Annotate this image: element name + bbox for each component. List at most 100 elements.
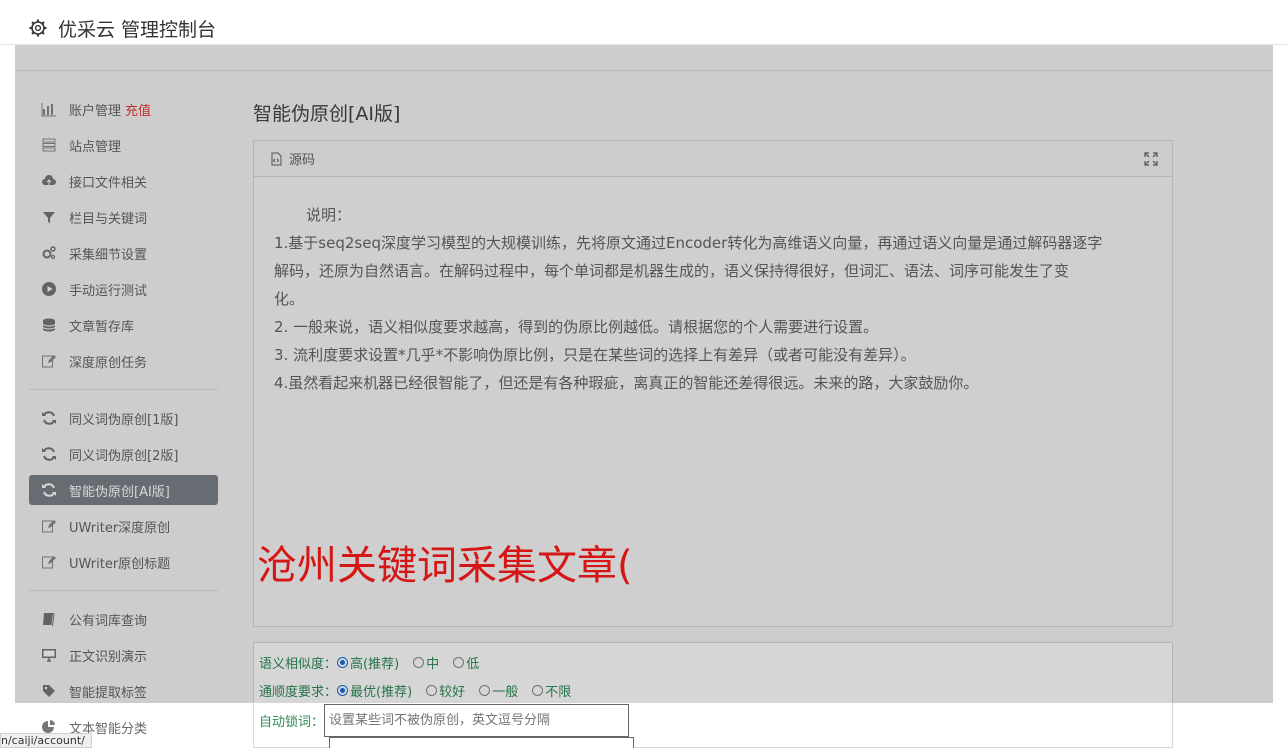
refresh-icon xyxy=(40,482,58,498)
similarity-radio[interactable]: 中 xyxy=(413,653,439,672)
similarity-label: 语义相似度： xyxy=(259,657,338,672)
sidebar-item-label: UWriter深度原创 xyxy=(69,520,171,536)
monitor-icon xyxy=(40,647,58,663)
sidebar-item-label: 智能提取标签 xyxy=(69,685,148,701)
similarity-row: 语义相似度： 高(推荐) 中 低 xyxy=(259,653,493,672)
sidebar-item[interactable]: 智能伪原创[AI版] xyxy=(29,475,218,505)
note-line: 解码，还原为自然语言。在解码过程中，每个单词都是机器生成的，语义保持得很好，但词… xyxy=(274,262,1070,280)
similarity-radio[interactable]: 高(推荐) xyxy=(337,653,399,672)
sidebar-item-label: 智能伪原创[AI版] xyxy=(69,484,170,500)
sidebar-item[interactable]: 公有词库查询 xyxy=(29,601,218,637)
fluency-radio[interactable]: 不限 xyxy=(532,681,571,700)
radio-circle-icon xyxy=(337,685,349,696)
fluency-radio[interactable]: 最优(推荐) xyxy=(337,681,412,700)
expand-icon[interactable] xyxy=(1144,152,1158,166)
radio-circle-icon xyxy=(532,685,544,696)
sidebar-item-label: 手动运行测试 xyxy=(69,283,148,299)
note-line: 2. 一般来说，语义相似度要求越高，得到的伪原比例越低。请根据您的个人需要进行设… xyxy=(274,318,879,336)
tag-icon xyxy=(40,683,58,699)
fluency-radio[interactable]: 一般 xyxy=(479,681,518,700)
sidebar-item-label: 栏目与关键词 xyxy=(69,211,148,227)
similarity-radio-label: 中 xyxy=(426,657,440,672)
lock-label: 自动锁词： xyxy=(259,715,325,730)
secondary-input[interactable] xyxy=(329,737,634,748)
sidebar-item[interactable]: 同义词伪原创[1版] xyxy=(29,400,218,436)
sidebar-item[interactable]: 手动运行测试 xyxy=(29,271,218,307)
panel-header-label: 源码 xyxy=(289,153,316,168)
radio-circle-icon xyxy=(426,685,438,696)
sidebar-item[interactable]: 站点管理 xyxy=(29,127,218,163)
radio-circle-icon xyxy=(479,685,491,696)
bar-chart-icon xyxy=(40,101,58,117)
sidebar: 账户管理 充值站点管理接口文件相关 栏目与关键词 采集细节设置 手动运行测试 文章暂存库深… xyxy=(29,91,218,745)
database-icon xyxy=(40,317,58,333)
sidebar-item[interactable]: 账户管理 充值 xyxy=(29,91,218,127)
similarity-radio[interactable]: 低 xyxy=(453,653,479,672)
fluency-radio-label: 不限 xyxy=(545,685,572,700)
status-bar-url: n/caiji/account/ xyxy=(0,733,92,748)
file-code-icon xyxy=(271,152,282,165)
nav-group-tools: 公有词库查询 正文识别演示 智能提取标签 文本智能分类 xyxy=(29,601,218,745)
sidebar-item-label: 同义词伪原创[2版] xyxy=(69,448,179,464)
page-title: 智能伪原创[AI版] xyxy=(253,103,401,125)
panel-header: 源码 xyxy=(254,141,1172,177)
fluency-row: 通顺度要求： 最优(推荐) 较好 一般 不限 xyxy=(259,681,585,700)
sidebar-item-label: 文章暂存库 xyxy=(69,319,135,335)
gears-icon xyxy=(40,245,58,261)
nav-group-account: 账户管理 充值站点管理接口文件相关 栏目与关键词 采集细节设置 手动运行测试 文章暂存库深… xyxy=(29,91,218,379)
lock-row: 自动锁词： xyxy=(259,704,630,737)
app-title: 优采云 管理控制台 xyxy=(58,19,217,41)
edit-icon xyxy=(40,554,58,570)
lock-words-input[interactable] xyxy=(324,704,630,737)
play-circle-icon xyxy=(40,281,58,297)
sidebar-item[interactable]: 同义词伪原创[2版] xyxy=(29,436,218,472)
note-line: 化。 xyxy=(274,290,305,308)
sidebar-item[interactable]: 接口文件相关 xyxy=(29,163,218,199)
nav-divider xyxy=(29,590,218,591)
sidebar-item-label: 深度原创任务 xyxy=(69,355,148,371)
fluency-radio-label: 一般 xyxy=(492,685,519,700)
note-line: 3. 流利度要求设置*几乎*不影响伪原比例，只是在某些词的选择上有差异（或者可能… xyxy=(274,346,916,364)
cloud-upload-icon xyxy=(40,173,58,189)
note-line: 1.基于seq2seq深度学习模型的大规模训练，先将原文通过Encoder转化为… xyxy=(274,234,1103,252)
recharge-link[interactable]: 充值 xyxy=(125,100,151,119)
server-icon xyxy=(40,137,58,153)
note-title: 说明： xyxy=(306,206,352,224)
filter-icon xyxy=(40,209,58,225)
sidebar-item[interactable]: 正文识别演示 xyxy=(29,637,218,673)
sidebar-item[interactable]: 深度原创任务 xyxy=(29,343,218,379)
watermark-overlay-text: 沧州关键词采集文章( xyxy=(257,543,633,589)
sidebar-item-label: 同义词伪原创[1版] xyxy=(69,412,179,428)
note-line: 4.虽然看起来机器已经很智能了，但还是有各种瑕疵，离真正的智能还差得很远。未来的… xyxy=(274,374,979,392)
sidebar-item[interactable]: 栏目与关键词 xyxy=(29,199,218,235)
sidebar-item-label: 站点管理 xyxy=(69,139,122,155)
sidebar-item[interactable]: 文章暂存库 xyxy=(29,307,218,343)
fluency-radio-label: 最优(推荐) xyxy=(350,685,413,700)
book-icon xyxy=(40,611,58,627)
radio-circle-icon xyxy=(453,657,465,668)
radio-circle-icon xyxy=(413,657,425,668)
radio-circle-icon xyxy=(337,657,349,668)
sidebar-item[interactable]: 智能提取标签 xyxy=(29,673,218,709)
gear-icon xyxy=(29,19,47,37)
fluency-label: 通顺度要求： xyxy=(259,685,338,700)
sidebar-item-label: 账户管理 xyxy=(69,103,122,119)
fluency-radio[interactable]: 较好 xyxy=(426,681,465,700)
sidebar-item[interactable]: UWriter深度原创 xyxy=(29,508,218,544)
refresh-icon xyxy=(40,446,58,462)
sidebar-item[interactable]: UWriter原创标题 xyxy=(29,544,218,580)
nav-divider xyxy=(29,389,218,390)
similarity-radio-label: 低 xyxy=(466,657,480,672)
fluency-radio-label: 较好 xyxy=(439,685,466,700)
source-editor[interactable]: 说明： 1.基于seq2seq深度学习模型的大规模训练，先将原文通过Encode… xyxy=(254,177,1172,397)
edit-icon xyxy=(40,353,58,369)
similarity-radio-label: 高(推荐) xyxy=(350,657,400,672)
sidebar-item[interactable]: 采集细节设置 xyxy=(29,235,218,271)
right-gutter xyxy=(1273,45,1287,748)
options-panel: 语义相似度： 高(推荐) 中 低 通顺度要求： 最优(推荐) 较好 一般 不限 自动锁词： xyxy=(253,642,1173,748)
sidebar-item-label: 接口文件相关 xyxy=(69,175,148,191)
sidebar-item-label: 公有词库查询 xyxy=(69,613,148,629)
sidebar-item-label: 采集细节设置 xyxy=(69,247,148,263)
nav-group-rewrite: 同义词伪原创[1版] 同义词伪原创[2版] 智能伪原创[AI版] UWriter深度原… xyxy=(29,400,218,580)
sidebar-item-label: UWriter原创标题 xyxy=(69,556,171,572)
